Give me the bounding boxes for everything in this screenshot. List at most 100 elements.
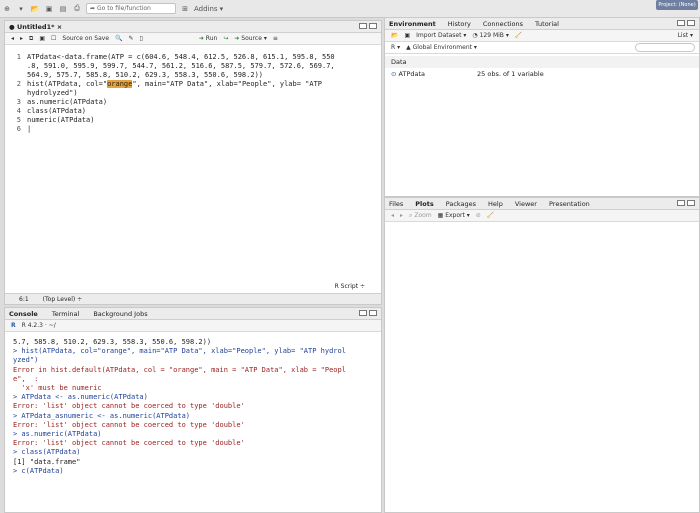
prev-plot-icon[interactable]: ◂ [391,212,394,219]
code-text: hist(ATPdata, col="orange", main="ATP Da… [27,80,381,89]
grid-icon[interactable]: ⊞ [180,3,190,15]
rerun-icon[interactable]: ↪ [223,35,228,42]
code-text: 564.9, 575.7, 585.8, 510.2, 629.3, 558.3… [27,71,264,79]
broom-icon[interactable]: 🧹 [487,212,494,219]
addins-label: Addins [194,4,218,13]
project-menu[interactable]: Project: (None) [656,0,698,10]
tab-untitled1[interactable]: ● Untitled1* × [9,23,62,31]
broom-icon[interactable]: 🧹 [515,32,522,39]
source-button[interactable]: ➜ Source ▾ [234,35,267,42]
env-icon: ▲ [406,44,411,51]
env-search-input[interactable] [635,43,695,52]
scope-selector[interactable]: (Top Level) ÷ [43,296,83,303]
env-section-header: Data [385,56,699,68]
code-line[interactable]: .8, 591.0, 595.9, 599.7, 544.7, 561.2, 5… [5,62,381,71]
env-scope-bar: R ▾ ▲ Global Environment ▾ [385,42,699,54]
tab-presentation[interactable]: Presentation [549,200,590,208]
console-info-bar: R R 4.2.3 · ~/ [5,320,381,332]
cursor-position: 6:1 [19,295,29,303]
code-text: .8, 591.0, 595.9, 599.7, 544.7, 561.2, 5… [27,62,335,70]
tab-terminal[interactable]: Terminal [52,310,79,318]
maximize-icon[interactable] [369,310,377,316]
code-line[interactable]: 5 numeric(ATPdata) [5,116,381,125]
code-line[interactable]: hydrolyzed") [5,89,381,98]
list-view-selector[interactable]: List ▾ [678,32,693,39]
tab-packages[interactable]: Packages [446,200,476,208]
code-text: | [27,125,32,133]
env-var-name[interactable]: ⊙ ATPdata [391,70,477,78]
code-line[interactable]: 3 as.numeric(ATPdata) [5,98,381,107]
show-in-window-icon[interactable]: ⧉ [29,35,33,43]
close-icon[interactable]: × [57,23,62,31]
export-button[interactable]: ▦ Export ▾ [438,212,470,219]
new-file-icon[interactable]: ⊕ [2,3,12,15]
global-env-selector[interactable]: ▲ Global Environment ▾ [406,44,477,51]
save-icon[interactable]: ▣ [39,35,45,42]
line-number: 1 [16,53,21,61]
scope-label: (Top Level) [42,295,76,303]
console-output[interactable]: 5.7, 585.8, 510.2, 629.3, 558.3, 550.6, … [13,338,379,476]
maximize-icon[interactable] [687,20,695,26]
code-text: hydrolyzed") [27,89,78,97]
compile-icon[interactable]: ▯ [140,35,143,42]
back-icon[interactable]: ◂ [11,35,14,42]
code-line[interactable]: 4 class(ATPdata) [5,107,381,116]
env-row-atpdata[interactable]: ⊙ ATPdata 25 obs. of 1 variable [385,68,699,80]
expand-icon[interactable]: ⊙ [391,70,396,78]
tab-history[interactable]: History [448,20,471,28]
zoom-button[interactable]: ⌕ Zoom [409,212,432,220]
source-on-save-label: Source on Save [62,35,110,42]
maximize-icon[interactable] [369,23,377,29]
tab-tutorial[interactable]: Tutorial [535,20,559,28]
console-line: 'x' must be numeric [13,384,102,393]
language-selector[interactable]: R ▾ [391,44,400,51]
source-editor-pane: ● Untitled1* × ◂ ▸ ⧉ ▣ ☐ Source on Save … [4,20,382,305]
tab-connections[interactable]: Connections [483,20,523,28]
code-line[interactable]: 1 ATPdata<-data.frame(ATP = c(604.6, 548.… [5,53,381,62]
tab-help[interactable]: Help [488,200,503,208]
code-line[interactable]: 2 hist(ATPdata, col="orange", main="ATP D… [5,80,381,89]
console-line: > hist(ATPdata, col="orange", main="ATP … [13,347,346,356]
tab-viewer[interactable]: Viewer [515,200,537,208]
tab-plots[interactable]: Plots [415,200,433,208]
code-line[interactable]: 564.9, 575.7, 585.8, 510.2, 629.3, 558.3… [5,71,381,80]
editor-tabbar: ● Untitled1* × [5,21,381,33]
addins-menu[interactable]: Addins ▾ [194,3,223,15]
wand-icon[interactable]: ✎ [129,35,134,42]
minimize-icon[interactable] [677,200,685,206]
load-workspace-icon[interactable]: 📂 [391,32,398,39]
run-button[interactable]: ➜ Run [199,35,217,42]
tab-files[interactable]: Files [389,200,403,208]
print-icon[interactable]: ⎙ [72,3,82,15]
goto-file-input[interactable]: ➦ Go to file/function [86,3,176,14]
file-type-selector[interactable]: R Script ÷ [335,283,365,290]
maximize-icon[interactable] [687,200,695,206]
source-on-save-checkbox[interactable]: ☐ [51,35,56,42]
open-project-icon[interactable]: ▾ [16,3,26,15]
code-area[interactable]: 1 ATPdata<-data.frame(ATP = c(604.6, 548.… [5,53,381,134]
project-label: Project: (None) [658,2,696,8]
minimize-icon[interactable] [359,23,367,29]
tab-background-jobs[interactable]: Background Jobs [93,310,147,318]
tab-console[interactable]: Console [9,310,38,318]
save-all-icon[interactable]: ▤ [58,3,68,15]
r-version-label: R 4.2.3 · ~/ [21,322,56,329]
minimize-icon[interactable] [677,20,685,26]
minimize-icon[interactable] [359,310,367,316]
save-workspace-icon[interactable]: ▣ [404,32,410,39]
forward-icon[interactable]: ▸ [20,35,23,42]
save-icon[interactable]: ▣ [44,3,54,15]
main-toolbar: ⊕ ▾ 📂 ▣ ▤ ⎙ ➦ Go to file/function ⊞ Addi… [0,0,700,18]
console-line: Error: 'list' object cannot be coerced t… [13,402,245,411]
global-env-label: Global Environment [412,44,472,51]
code-line[interactable]: 6 | [5,125,381,134]
next-plot-icon[interactable]: ▸ [400,212,403,219]
search-icon[interactable]: 🔍 [115,35,122,42]
memory-usage[interactable]: ◔ 129 MiB ▾ [472,32,508,39]
remove-plot-icon[interactable]: ⊘ [476,212,481,219]
open-file-icon[interactable]: 📂 [30,3,40,15]
tab-environment[interactable]: Environment [389,20,436,28]
import-dataset-button[interactable]: Import Dataset ▾ [416,32,466,39]
outline-icon[interactable]: ≡ [273,35,278,42]
code-segment: ", main="ATP Data", xlab="People", ylab=… [132,80,323,88]
